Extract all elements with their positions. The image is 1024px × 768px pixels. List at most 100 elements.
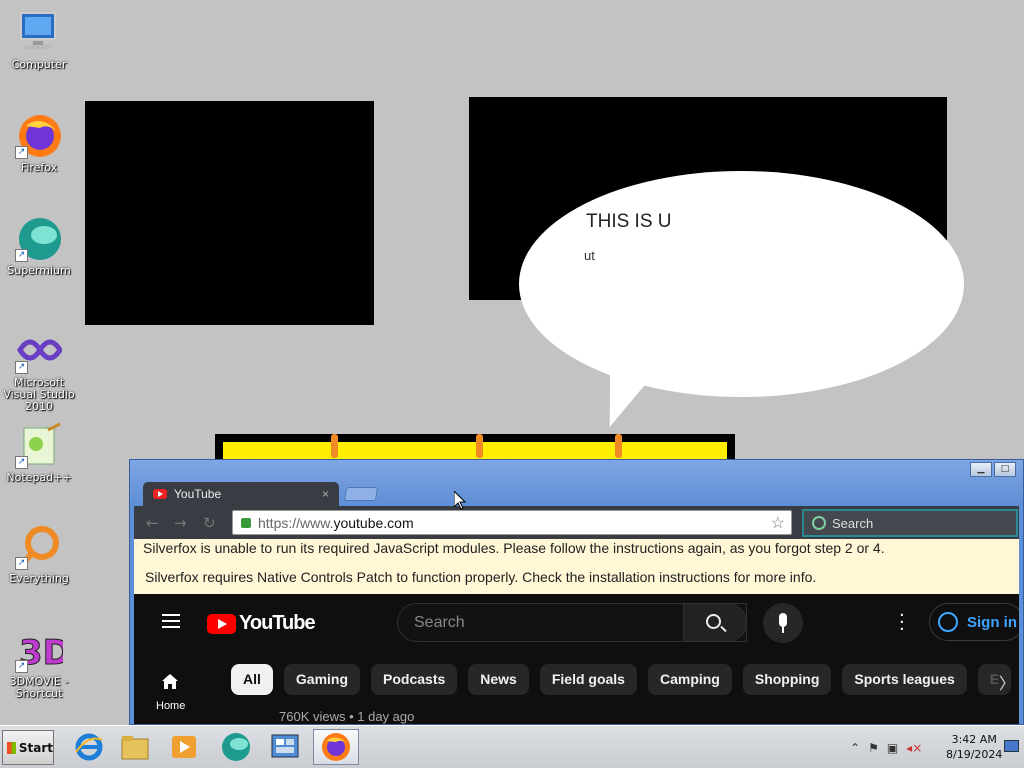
chip-field-goals[interactable]: Field goals xyxy=(539,664,637,695)
browser-search-placeholder: Search xyxy=(832,515,874,531)
chevron-right-icon[interactable]: 〉 xyxy=(999,670,1015,694)
filter-chips: All Gaming Podcasts News Field goals Cam… xyxy=(231,664,1012,695)
black-panel-left xyxy=(85,101,374,325)
system-tray: ⌃ ⚑ ▣ ◂× xyxy=(850,730,922,766)
search-icon xyxy=(706,614,721,629)
browser-search-input[interactable]: Search xyxy=(802,509,1018,537)
visual-studio-icon: ↗ xyxy=(15,326,63,374)
folder-icon xyxy=(121,736,149,760)
shortcut-arrow-icon: ↗ xyxy=(15,660,28,673)
orange-peg xyxy=(615,434,622,458)
account-icon xyxy=(938,612,958,632)
volume-muted-icon[interactable]: ◂× xyxy=(906,741,922,755)
tab-youtube[interactable]: YouTube × xyxy=(143,482,339,506)
microphone-icon[interactable] xyxy=(763,603,803,643)
chip-all[interactable]: All xyxy=(231,664,273,695)
youtube-page: YouTube Search · · · Sign in Home All Gami… xyxy=(134,594,1019,724)
video-meta: 760K views • 1 day ago xyxy=(279,709,415,724)
youtube-logo-text: YouTube xyxy=(239,612,316,634)
desktop-icon-everything[interactable]: ↗ Everything xyxy=(2,522,76,585)
home-label[interactable]: Home xyxy=(156,700,185,712)
chip-shopping[interactable]: Shopping xyxy=(742,664,832,695)
desktop-icon-label: 3DMOVIE - Shortcut xyxy=(9,675,69,700)
desktop-icon-label: Notepad++ xyxy=(6,471,72,484)
shortcut-arrow-icon: ↗ xyxy=(15,146,28,159)
search-icon xyxy=(812,516,826,530)
desktop-icon-label: Microsoft Visual Studio 2010 xyxy=(3,376,75,413)
supermium-icon xyxy=(222,733,250,761)
notice-javascript-modules: Silverfox is unable to run its required … xyxy=(134,539,1019,567)
chip-sports-leagues[interactable]: Sports leagues xyxy=(842,664,967,695)
desktop-icon-visual-studio[interactable]: ↗ Microsoft Visual Studio 2010 xyxy=(2,326,76,413)
system-clock[interactable]: 3:42 AM 8/19/2024 xyxy=(946,732,1002,762)
desktop-icon-firefox[interactable]: ↗ Firefox xyxy=(2,111,76,174)
sign-in-label: Sign in xyxy=(967,613,1017,631)
3dmovie-icon: 3D ↗ xyxy=(15,625,63,673)
taskbar-media-player[interactable] xyxy=(161,729,207,765)
home-icon[interactable] xyxy=(162,674,178,689)
chip-camping[interactable]: Camping xyxy=(647,664,732,695)
action-center-flag-icon[interactable]: ⚑ xyxy=(868,741,879,755)
start-label: Start xyxy=(18,740,53,755)
orange-peg xyxy=(331,434,338,458)
speech-bubble-tail xyxy=(601,345,679,427)
supermium-icon: ↗ xyxy=(15,214,63,262)
tab-close-icon[interactable]: × xyxy=(322,487,329,501)
youtube-favicon-icon xyxy=(153,489,167,499)
control-panel-icon xyxy=(271,734,299,758)
media-player-icon xyxy=(172,736,196,758)
taskbar: Start ⌃ ⚑ ▣ ◂× 3:42 AM 8/19/2024 xyxy=(0,725,1024,768)
youtube-play-icon xyxy=(207,613,236,634)
desktop-icon-supermium[interactable]: ↗ Supermium xyxy=(2,214,76,277)
notepad-plus-plus-icon: ↗ xyxy=(15,421,63,469)
orange-peg xyxy=(476,434,483,458)
chip-news[interactable]: News xyxy=(468,664,529,695)
menu-icon[interactable] xyxy=(162,614,180,628)
url-domain: youtube.com xyxy=(333,514,414,531)
back-arrow-icon[interactable]: ← xyxy=(146,514,159,532)
chip-gaming[interactable]: Gaming xyxy=(283,664,361,695)
shortcut-arrow-icon: ↗ xyxy=(15,557,28,570)
chip-podcasts[interactable]: Podcasts xyxy=(371,664,458,695)
everything-search-icon: ↗ xyxy=(15,522,63,570)
youtube-search-button[interactable] xyxy=(683,603,747,642)
start-button[interactable]: Start xyxy=(2,730,54,765)
taskbar-control-panel[interactable] xyxy=(262,729,308,765)
browser-window[interactable]: ▁ □ YouTube × ← → ↻ https://www. youtube.… xyxy=(129,459,1024,725)
sign-in-button[interactable]: Sign in xyxy=(929,603,1019,641)
taskbar-supermium[interactable] xyxy=(213,729,259,765)
network-icon[interactable]: ▣ xyxy=(887,741,898,755)
clock-time: 3:42 AM xyxy=(951,733,997,746)
shortcut-arrow-icon: ↗ xyxy=(15,361,28,374)
new-tab-button[interactable] xyxy=(343,487,379,501)
clock-date: 8/19/2024 xyxy=(946,748,1003,761)
desktop-icon-label: Firefox xyxy=(20,161,58,174)
tab-title: YouTube xyxy=(174,487,222,501)
notice-native-controls: Silverfox requires Native Controls Patch… xyxy=(134,564,1019,594)
minimize-button[interactable]: ▁ xyxy=(970,462,992,477)
forward-arrow-icon[interactable]: → xyxy=(174,514,187,532)
taskbar-internet-explorer[interactable] xyxy=(66,729,112,765)
desktop-icon-computer[interactable]: Computer xyxy=(2,8,76,71)
desktop-icon-label: Everything xyxy=(9,572,69,585)
desktop-icon-notepadpp[interactable]: ↗ Notepad++ xyxy=(2,421,76,484)
reload-icon[interactable]: ↻ xyxy=(203,514,216,532)
show-hidden-icons-icon[interactable]: ⌃ xyxy=(850,741,860,755)
browser-toolbar: ← → ↻ https://www. youtube.com ☆ Search xyxy=(134,506,1019,539)
windows-logo-icon xyxy=(7,741,16,754)
url-bar[interactable]: https://www. youtube.com ☆ xyxy=(232,510,792,535)
firefox-icon: ↗ xyxy=(15,111,63,159)
shortcut-arrow-icon: ↗ xyxy=(15,456,28,469)
bookmark-star-icon[interactable]: ☆ xyxy=(771,513,785,533)
speech-bubble-text: THIS IS U xyxy=(586,211,672,232)
mouse-cursor-icon xyxy=(454,491,466,510)
more-options-icon[interactable]: · · · xyxy=(899,607,905,639)
youtube-logo[interactable]: YouTube xyxy=(207,612,316,635)
taskbar-firefox[interactable] xyxy=(313,729,359,765)
taskbar-file-explorer[interactable] xyxy=(112,729,158,765)
firefox-icon xyxy=(322,733,350,761)
desktop-icon-3dmovie[interactable]: 3D ↗ 3DMOVIE - Shortcut xyxy=(2,625,76,700)
maximize-button[interactable]: □ xyxy=(994,462,1016,477)
speech-bubble xyxy=(519,171,964,397)
show-desktop-icon[interactable] xyxy=(1004,740,1019,752)
